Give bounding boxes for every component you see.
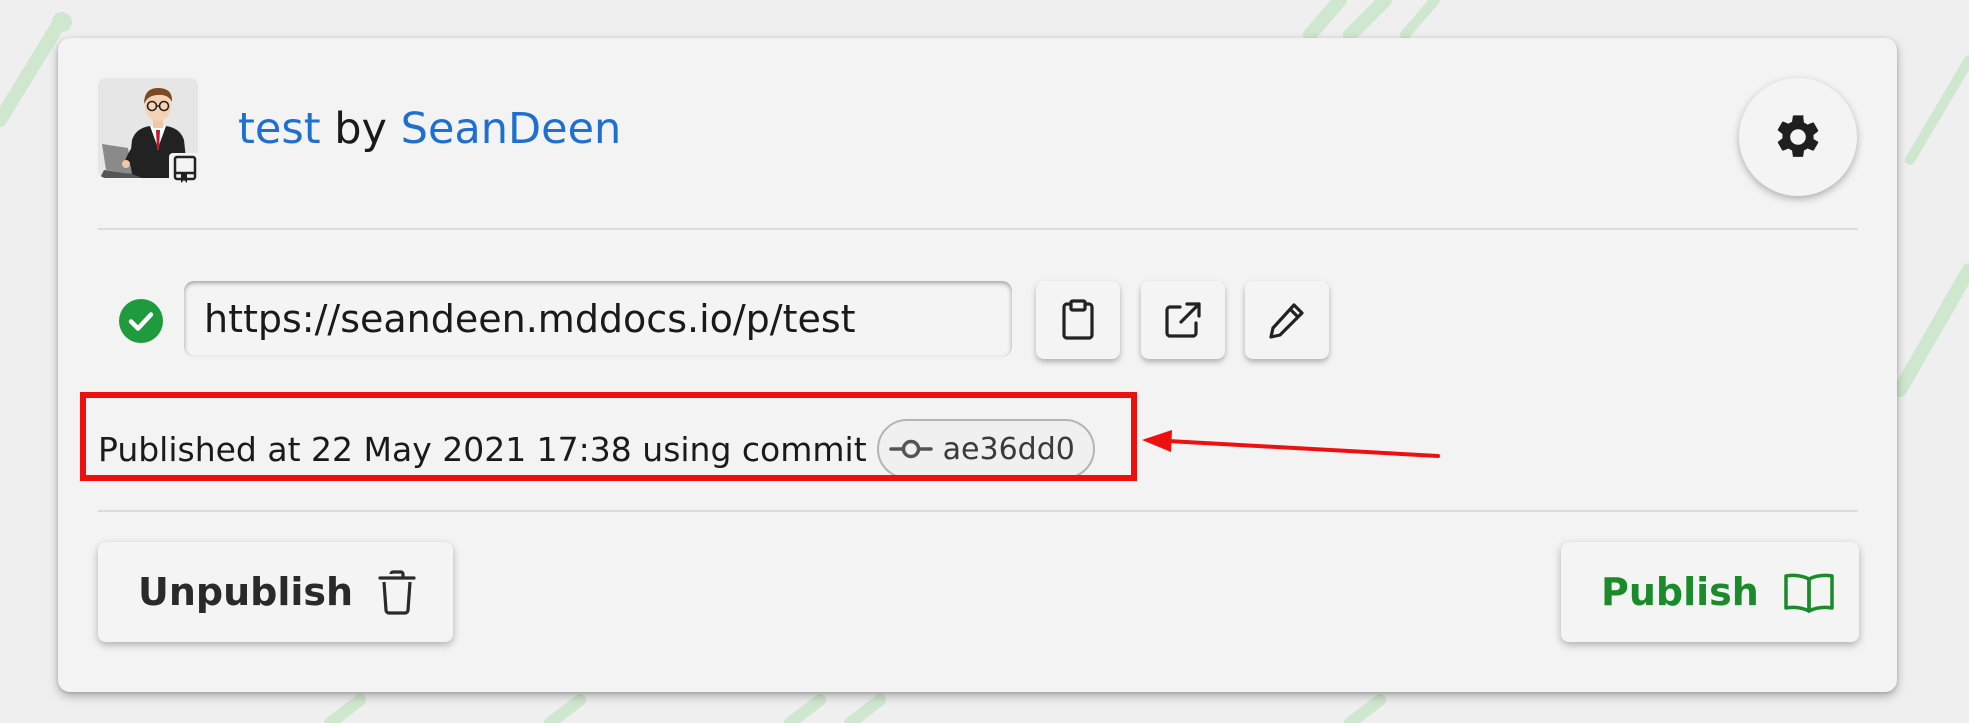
trash-icon — [377, 568, 417, 616]
publish-label: Publish — [1601, 570, 1759, 614]
gear-icon — [1777, 115, 1819, 157]
publish-button[interactable]: Publish — [1561, 542, 1859, 642]
check-circle-icon — [119, 299, 163, 343]
annotation-highlight-box — [80, 392, 1137, 481]
publish-card: test by SeanDeen https://seandeen.mddocs… — [58, 38, 1897, 692]
unpublish-button[interactable]: Unpublish — [98, 542, 453, 642]
by-text: by — [320, 104, 401, 154]
external-link-icon — [1165, 302, 1201, 338]
page-title: test by SeanDeen — [238, 104, 621, 156]
repo-badge — [169, 153, 201, 185]
book-open-icon — [1783, 571, 1835, 613]
author-link[interactable]: SeanDeen — [401, 104, 622, 154]
actions-divider — [98, 510, 1858, 512]
edit-url-button[interactable] — [1245, 281, 1329, 359]
clipboard-icon — [1062, 299, 1094, 340]
pencil-icon — [1269, 303, 1304, 339]
settings-button[interactable] — [1739, 78, 1857, 196]
published-url-field[interactable] — [184, 281, 1012, 357]
unpublish-label: Unpublish — [138, 570, 354, 614]
open-url-button[interactable] — [1141, 281, 1225, 359]
header-divider — [98, 228, 1858, 230]
project-link[interactable]: test — [238, 104, 321, 154]
published-status — [118, 298, 164, 344]
copy-url-button[interactable] — [1036, 281, 1120, 359]
bookmark-book-icon — [173, 155, 197, 183]
